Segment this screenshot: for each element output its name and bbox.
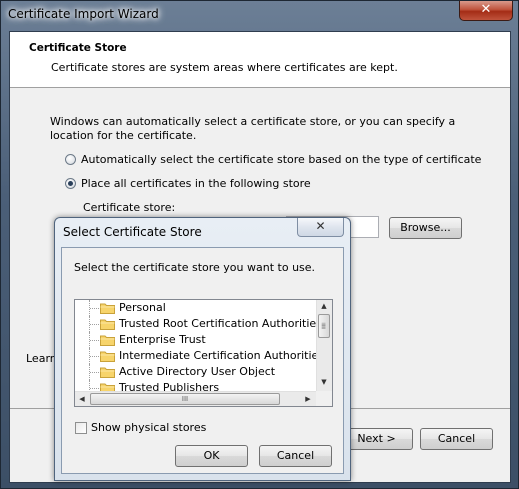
select-certificate-store-dialog: Select Certificate Store ✕ Select the ce… — [54, 217, 351, 481]
certificate-store-label: Certificate store: — [83, 201, 176, 214]
radio-auto-label: Automatically select the certificate sto… — [81, 153, 482, 166]
scrollbar-corner — [316, 391, 332, 406]
dialog-title: Select Certificate Store — [63, 225, 202, 239]
folder-icon — [100, 382, 115, 391]
tree-connector — [89, 300, 99, 316]
wizard-close-button[interactable]: ✕ — [459, 1, 513, 21]
tree-connector — [89, 380, 99, 391]
dialog-close-button[interactable]: ✕ — [297, 218, 344, 237]
radio-place-label: Place all certificates in the following … — [81, 177, 311, 190]
scroll-up-icon[interactable]: ▲ — [317, 302, 331, 310]
tree-connector — [89, 348, 99, 364]
store-tree-item[interactable]: Personal — [75, 300, 316, 316]
radio-auto-indicator[interactable] — [65, 154, 76, 165]
dialog-cancel-button[interactable]: Cancel — [259, 445, 332, 467]
grip-icon: ≡ ≡ — [321, 321, 327, 331]
store-tree-item[interactable]: Trusted Root Certification Authorities — [75, 316, 316, 332]
tree-connector — [89, 332, 99, 348]
store-tree-item[interactable]: Intermediate Certification Authorities — [75, 348, 316, 364]
folder-icon — [100, 318, 115, 330]
store-tree-item-label: Trusted Publishers — [119, 381, 220, 391]
store-tree-view[interactable]: Personal Trusted Root Certification Autho… — [74, 299, 333, 407]
vertical-scrollbar[interactable]: ▲ ≡ ≡ ▼ — [316, 300, 332, 391]
radio-auto-select[interactable]: Automatically select the certificate sto… — [65, 153, 481, 166]
store-tree-item-label: Trusted Root Certification Authorities — [119, 317, 316, 330]
scroll-right-icon[interactable]: ▶ — [301, 395, 315, 403]
wizard-cancel-button[interactable]: Cancel — [420, 428, 493, 450]
horizontal-scroll-thumb[interactable]: III — [90, 393, 280, 405]
folder-icon — [100, 366, 115, 378]
tree-connector — [89, 364, 99, 380]
page-title: Certificate Store — [29, 42, 127, 54]
vertical-scroll-thumb[interactable]: ≡ ≡ — [318, 314, 330, 338]
checkbox-indicator[interactable] — [75, 421, 87, 434]
learn-more-link[interactable]: Learn — [26, 352, 57, 365]
ok-button[interactable]: OK — [175, 445, 248, 467]
store-tree-item-label: Active Directory User Object — [119, 365, 276, 378]
folder-icon — [100, 302, 115, 314]
store-tree-item[interactable]: Enterprise Trust — [75, 332, 316, 348]
folder-icon — [100, 350, 115, 362]
radio-place-indicator[interactable] — [65, 178, 76, 189]
browse-button[interactable]: Browse... — [389, 217, 462, 239]
dialog-client-area: Select the certificate store you want to… — [61, 247, 344, 474]
show-physical-stores-label: Show physical stores — [91, 421, 207, 434]
dialog-prompt: Select the certificate store you want to… — [74, 261, 316, 274]
store-tree-item[interactable]: Active Directory User Object — [75, 364, 316, 380]
show-physical-stores-checkbox[interactable]: Show physical stores — [75, 421, 206, 434]
grip-icon: III — [181, 395, 189, 403]
wizard-title: Certificate Import Wizard — [8, 7, 159, 21]
tree-connector — [89, 316, 99, 332]
close-icon: ✕ — [315, 219, 326, 233]
folder-icon — [100, 334, 115, 346]
close-icon: ✕ — [480, 2, 492, 17]
store-tree-item-label: Personal — [119, 301, 166, 314]
store-tree-items: Personal Trusted Root Certification Autho… — [75, 300, 316, 391]
horizontal-scrollbar[interactable]: ◀ III ▶ — [75, 391, 316, 406]
wizard-header: Certificate Store Certificate stores are… — [10, 32, 510, 88]
store-description: Windows can automatically select a certi… — [50, 115, 456, 142]
page-subtitle: Certificate stores are system areas wher… — [51, 61, 398, 74]
store-tree-item[interactable]: Trusted Publishers — [75, 380, 316, 391]
store-tree-item-label: Intermediate Certification Authorities — [119, 349, 316, 362]
scroll-down-icon[interactable]: ▼ — [317, 378, 331, 386]
store-tree-item-label: Enterprise Trust — [119, 333, 206, 346]
radio-place-in-store[interactable]: Place all certificates in the following … — [65, 177, 311, 190]
scroll-left-icon[interactable]: ◀ — [75, 395, 89, 403]
